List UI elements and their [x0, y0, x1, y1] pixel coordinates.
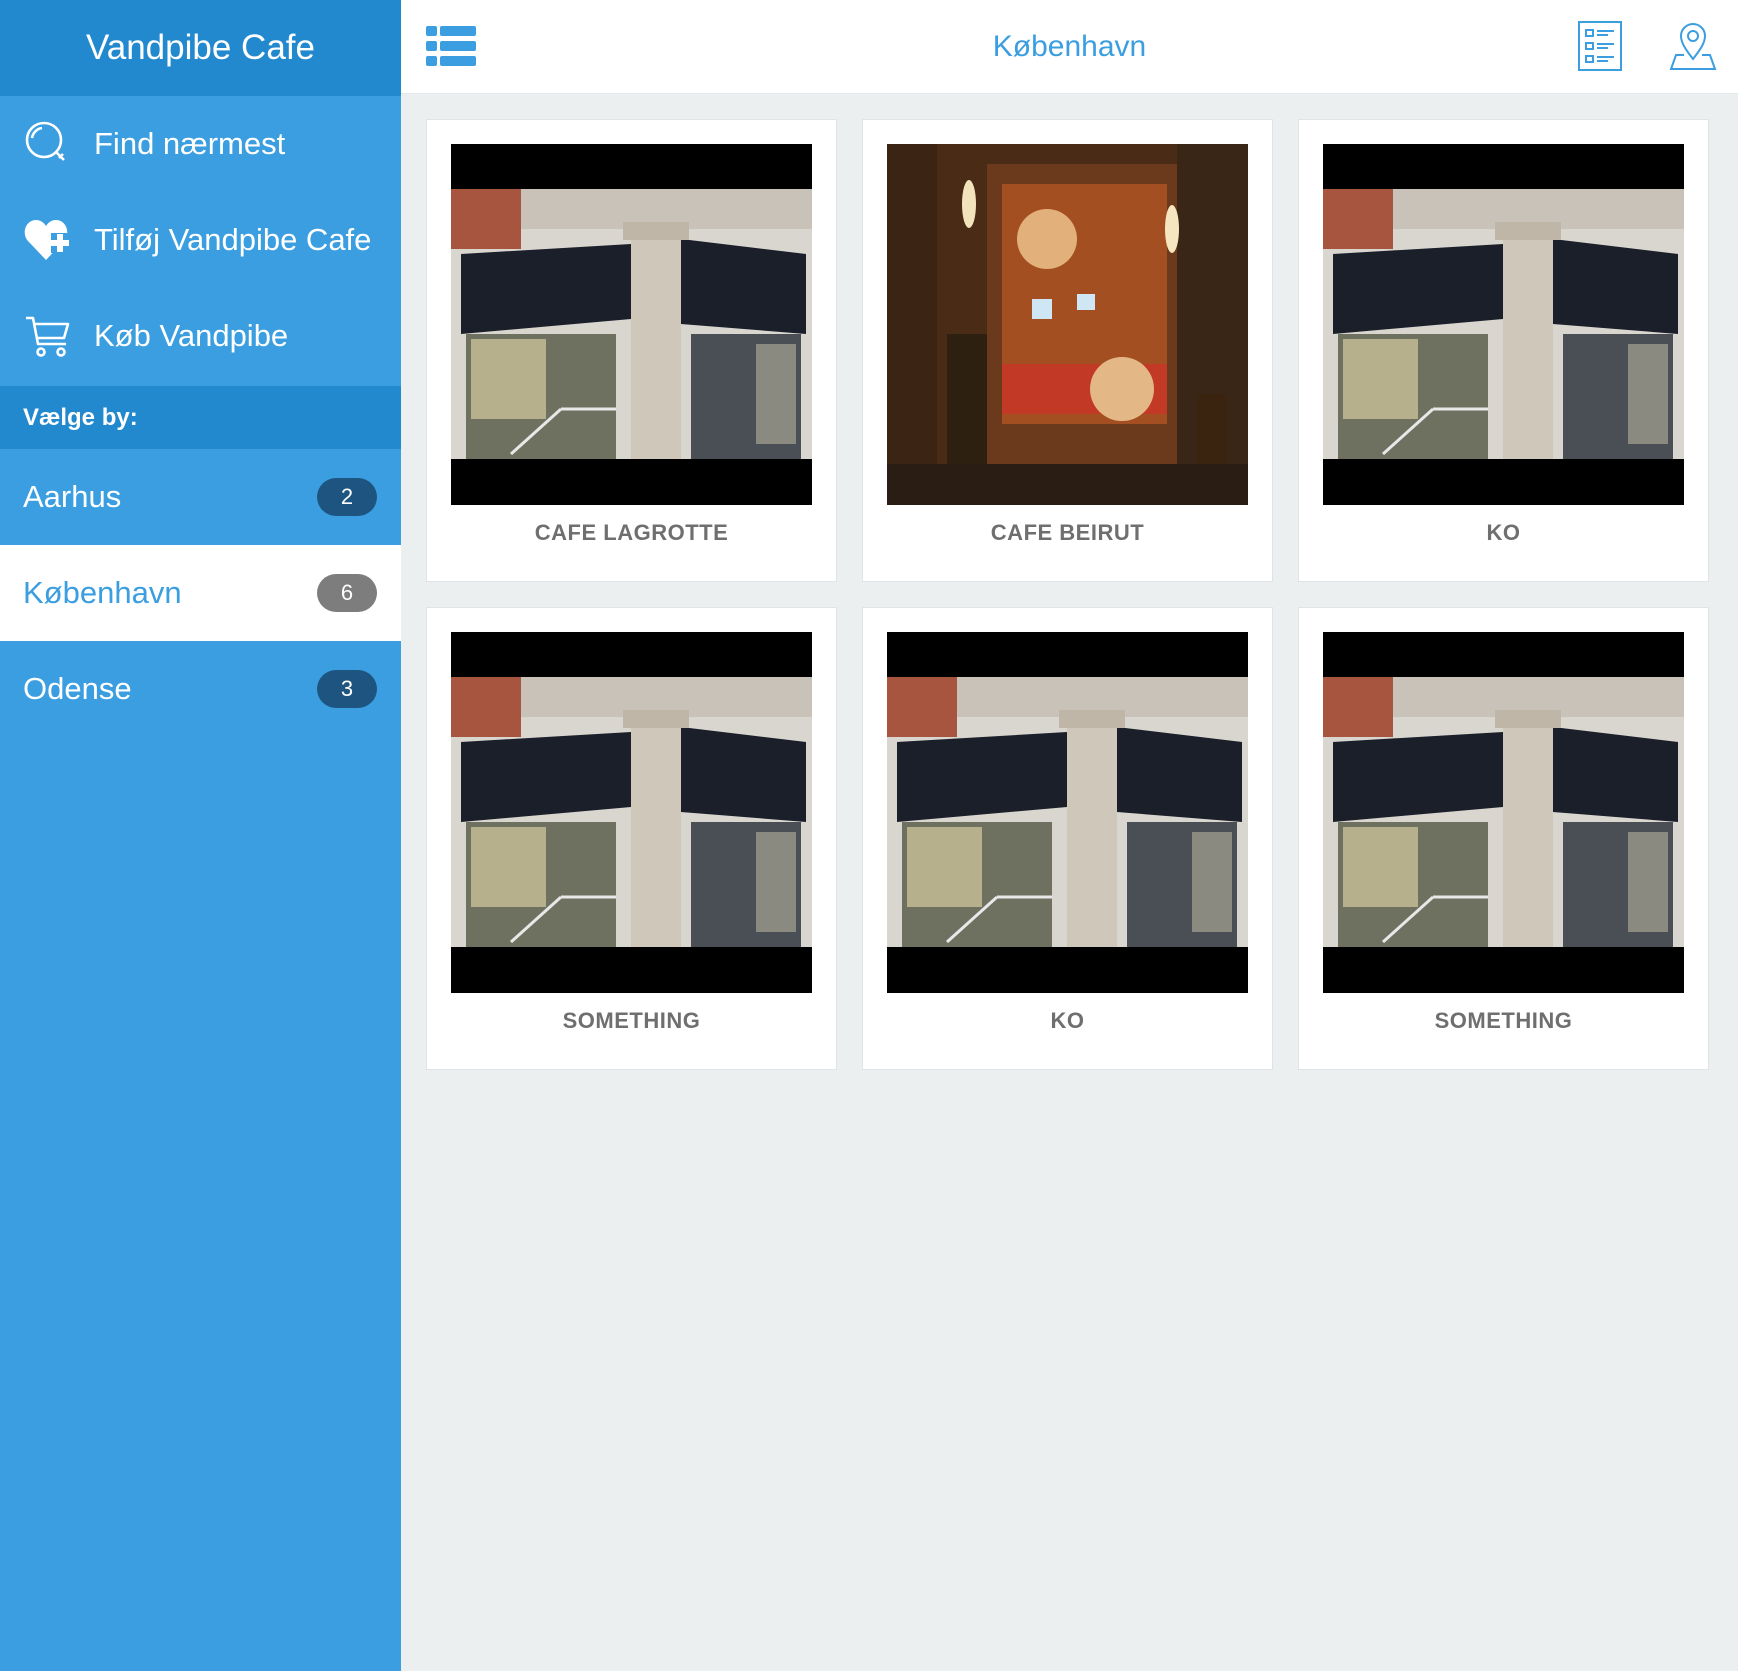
city-name: København	[23, 575, 182, 610]
city-name: Odense	[23, 671, 132, 706]
app: Vandpibe Cafe Find nærmest Tilføj Vandpi…	[0, 0, 1738, 1671]
cafe-photo	[887, 144, 1248, 505]
menu-item-buy-hookah[interactable]: Køb Vandpibe	[0, 288, 401, 384]
shisha-corner-photo	[1323, 144, 1684, 505]
cafe-name: CAFE BEIRUT	[990, 520, 1145, 545]
cafe-photo	[1323, 144, 1684, 505]
shisha-corner-photo	[451, 144, 812, 505]
map-pin-icon	[1668, 21, 1718, 71]
cafe-photo	[451, 144, 812, 505]
menu-toggle-button[interactable]	[423, 20, 479, 72]
cafe-card[interactable]: SOMETHING	[426, 607, 837, 1070]
search-icon	[22, 118, 74, 170]
cafe-card[interactable]: KO	[862, 607, 1273, 1070]
cafe-photo	[887, 632, 1248, 993]
menu-item-add-cafe[interactable]: Tilføj Vandpibe Cafe	[0, 192, 401, 288]
city-item-kobenhavn[interactable]: København 6	[0, 545, 401, 641]
shisha-corner-photo	[1323, 632, 1684, 993]
cafe-name: KO	[1050, 1008, 1085, 1033]
app-title: Vandpibe Cafe	[0, 0, 401, 96]
menu-item-label: Tilføj Vandpibe Cafe	[94, 222, 372, 257]
shisha-corner-photo	[887, 632, 1248, 993]
cafe-name: SOMETHING	[1434, 1008, 1573, 1033]
top-bar: København	[401, 0, 1738, 94]
city-name: Aarhus	[23, 479, 122, 514]
menu-item-label: Køb Vandpibe	[94, 318, 289, 353]
menu-item-label: Find nærmest	[94, 126, 286, 161]
list-view-icon	[1578, 21, 1622, 71]
list-menu-icon	[426, 26, 476, 66]
count-badge: 2	[317, 478, 377, 516]
cafe-card[interactable]: SOMETHING	[1298, 607, 1709, 1070]
page-title: København	[992, 30, 1147, 63]
shisha-corner-photo	[451, 632, 812, 993]
count-badge: 6	[317, 574, 377, 612]
cafe-beirut-photo	[887, 144, 1248, 505]
cafe-name: SOMETHING	[562, 1008, 701, 1033]
list-view-button[interactable]	[1572, 20, 1628, 72]
cafe-photo	[451, 632, 812, 993]
count-badge: 3	[317, 670, 377, 708]
cafe-name: CAFE LAGROTTE	[534, 520, 729, 545]
cart-icon	[22, 310, 74, 362]
sidebar: Vandpibe Cafe Find nærmest Tilføj Vandpi…	[0, 0, 401, 1671]
cafe-card[interactable]: CAFE BEIRUT	[862, 119, 1273, 582]
menu-item-find-nearest[interactable]: Find nærmest	[0, 96, 401, 192]
city-item-aarhus[interactable]: Aarhus 2	[0, 449, 401, 545]
city-item-odense[interactable]: Odense 3	[0, 641, 401, 737]
heart-plus-icon	[22, 214, 74, 266]
cafe-name: KO	[1486, 520, 1521, 545]
cafe-card[interactable]: CAFE LAGROTTE	[426, 119, 837, 582]
city-section-header: Vælge by:	[0, 386, 401, 449]
cafe-card[interactable]: KO	[1298, 119, 1709, 582]
cafe-photo	[1323, 632, 1684, 993]
map-view-button[interactable]	[1665, 20, 1721, 72]
